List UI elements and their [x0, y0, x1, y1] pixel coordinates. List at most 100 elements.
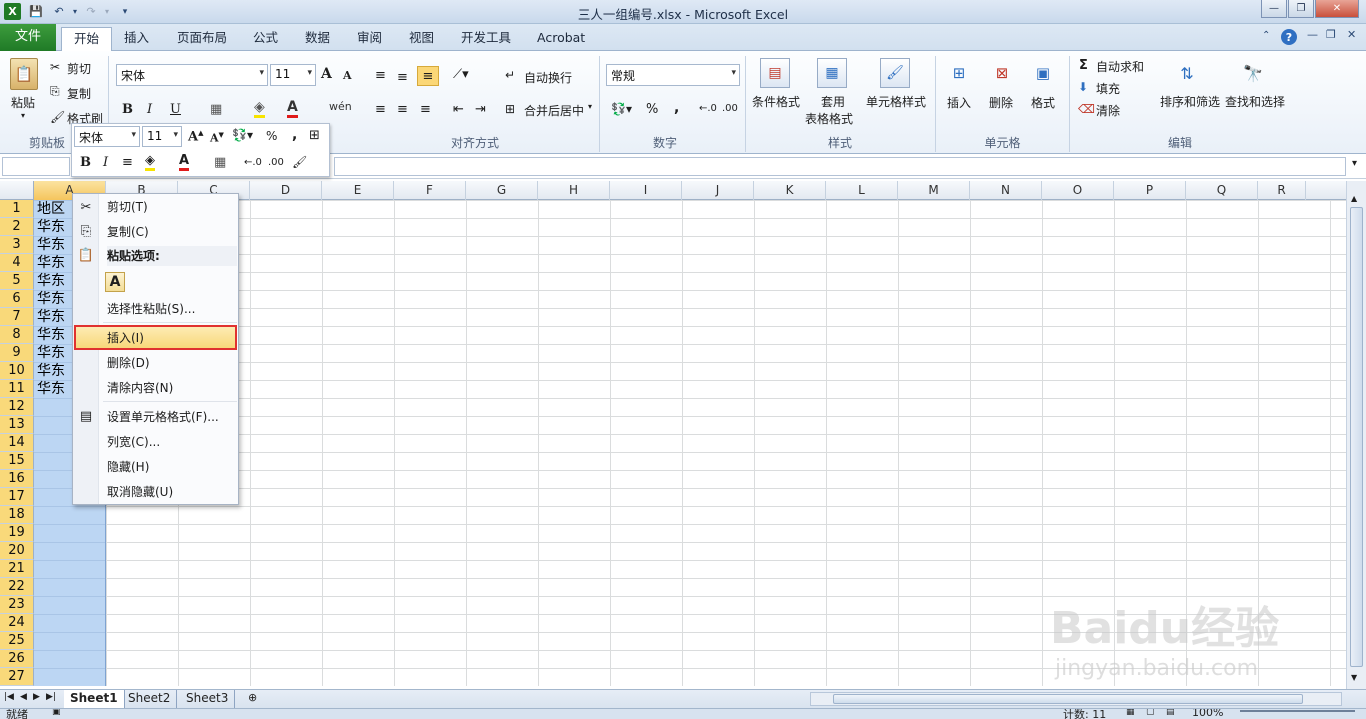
- menu-item-insert[interactable]: 插入(I): [107, 328, 144, 348]
- horizontal-scrollbar[interactable]: [810, 692, 1342, 706]
- row-header-23[interactable]: 23: [0, 596, 34, 614]
- wrap-text-button[interactable]: 自动换行: [524, 69, 572, 86]
- sheet-tab-sheet1[interactable]: Sheet1: [64, 690, 125, 708]
- merge-dropdown-icon[interactable]: ▾: [588, 102, 592, 111]
- row-header-17[interactable]: 17: [0, 488, 34, 506]
- sort-filter-button[interactable]: 排序和筛选: [1160, 93, 1220, 110]
- help-icon[interactable]: ?: [1281, 29, 1297, 45]
- mini-fill-color-icon[interactable]: ◈: [145, 153, 155, 171]
- row-header-14[interactable]: 14: [0, 434, 34, 452]
- align-bottom-icon[interactable]: ≡: [417, 66, 439, 86]
- percent-button[interactable]: %: [646, 102, 658, 117]
- row-header-12[interactable]: 12: [0, 398, 34, 416]
- collapse-ribbon-icon[interactable]: ⌃: [1262, 30, 1270, 41]
- row-header-5[interactable]: 5: [0, 272, 34, 290]
- row-header-3[interactable]: 3: [0, 236, 34, 254]
- paste-dropdown-icon[interactable]: ▾: [21, 111, 25, 120]
- format-cells-button[interactable]: 格式: [1031, 94, 1055, 111]
- tab-developer[interactable]: 开发工具: [449, 27, 523, 51]
- row-header-9[interactable]: 9: [0, 344, 34, 362]
- phonetic-icon[interactable]: wén: [329, 100, 352, 113]
- font-name-combo[interactable]: 宋体: [116, 64, 268, 86]
- column-header-p[interactable]: P: [1114, 181, 1186, 200]
- row-header-6[interactable]: 6: [0, 290, 34, 308]
- paste-icon[interactable]: 📋: [10, 58, 38, 90]
- row-header-11[interactable]: 11: [0, 380, 34, 398]
- row-header-20[interactable]: 20: [0, 542, 34, 560]
- sort-filter-icon[interactable]: ⇅: [1172, 58, 1202, 88]
- orientation-icon[interactable]: ⟋▾: [453, 67, 469, 82]
- mini-size-combo[interactable]: 11: [142, 126, 182, 147]
- insert-cells-icon[interactable]: ⊞: [944, 58, 974, 88]
- scroll-up-icon[interactable]: ▲: [1351, 194, 1357, 203]
- shrink-font-button[interactable]: A: [343, 69, 352, 82]
- column-header-n[interactable]: N: [970, 181, 1042, 200]
- normal-view-icon[interactable]: ▦: [1126, 709, 1135, 717]
- row-header-7[interactable]: 7: [0, 308, 34, 326]
- column-header-o[interactable]: O: [1042, 181, 1114, 200]
- row-header-25[interactable]: 25: [0, 632, 34, 650]
- align-middle-icon[interactable]: ≡: [397, 70, 408, 85]
- column-header-e[interactable]: E: [322, 181, 394, 200]
- fill-color-icon[interactable]: ◈: [254, 99, 265, 118]
- mini-grow-font-icon[interactable]: A▲: [188, 128, 203, 144]
- clear-icon[interactable]: ⌫: [1078, 102, 1095, 116]
- workbook-minimize-icon[interactable]: —: [1307, 28, 1318, 41]
- sheet-nav-last-icon[interactable]: ▶|: [46, 692, 56, 702]
- column-header-h[interactable]: H: [538, 181, 610, 200]
- accounting-icon[interactable]: 💱▾: [611, 102, 632, 116]
- row-header-10[interactable]: 10: [0, 362, 34, 380]
- macro-record-icon[interactable]: ▣: [52, 709, 61, 717]
- fill-button[interactable]: 填充: [1096, 80, 1120, 97]
- row-header-8[interactable]: 8: [0, 326, 34, 344]
- zoom-level[interactable]: 100%: [1192, 709, 1223, 719]
- clear-button[interactable]: 清除: [1096, 102, 1120, 119]
- tab-acrobat[interactable]: Acrobat: [525, 27, 597, 51]
- border-icon[interactable]: ▦: [210, 102, 222, 117]
- copy-icon[interactable]: ⎘: [50, 84, 60, 99]
- font-size-combo[interactable]: 11: [270, 64, 316, 86]
- column-header-m[interactable]: M: [898, 181, 970, 200]
- find-select-button[interactable]: 查找和选择: [1225, 93, 1285, 110]
- number-format-combo[interactable]: 常规: [606, 64, 740, 86]
- sheet-tab-sheet3[interactable]: Sheet3: [180, 690, 236, 708]
- mini-format-painter-icon[interactable]: 🖌: [292, 155, 307, 169]
- menu-item-column-width[interactable]: 列宽(C)...: [107, 432, 160, 452]
- mini-italic-button[interactable]: I: [103, 155, 108, 170]
- mini-shrink-font-icon[interactable]: A▼: [210, 130, 224, 145]
- decrease-decimal-icon[interactable]: .00: [722, 103, 738, 114]
- paste-values-icon[interactable]: A: [105, 272, 125, 292]
- row-header-26[interactable]: 26: [0, 650, 34, 668]
- menu-item-format-cells[interactable]: 设置单元格格式(F)...: [107, 407, 219, 427]
- menu-item-copy[interactable]: 复制(C): [107, 222, 149, 242]
- page-break-view-icon[interactable]: ▤: [1166, 709, 1175, 717]
- formula-input[interactable]: [334, 157, 1346, 176]
- scroll-down-icon[interactable]: ▼: [1351, 673, 1357, 682]
- merge-icon[interactable]: ⊞: [505, 102, 515, 116]
- wrap-text-icon[interactable]: ↵: [505, 68, 515, 82]
- menu-item-paste-special[interactable]: 选择性粘贴(S)...: [107, 299, 195, 319]
- format-as-table-button-1[interactable]: 套用: [821, 93, 845, 110]
- mini-font-color-icon[interactable]: A: [179, 153, 190, 171]
- zoom-slider[interactable]: [1240, 710, 1355, 712]
- increase-indent-icon[interactable]: ⇥: [475, 102, 486, 117]
- menu-item-hide[interactable]: 隐藏(H): [107, 457, 149, 477]
- mini-comma-button[interactable]: ,: [292, 127, 297, 143]
- fill-icon[interactable]: ⬇: [1078, 80, 1088, 94]
- close-button[interactable]: ✕: [1315, 0, 1359, 18]
- conditional-format-icon[interactable]: ▤: [760, 58, 790, 88]
- decrease-indent-icon[interactable]: ⇤: [453, 102, 464, 117]
- cell-styles-icon[interactable]: 🖌: [880, 58, 910, 88]
- workbook-restore-icon[interactable]: ❐: [1326, 28, 1336, 41]
- mini-decrease-decimal-icon[interactable]: .00: [268, 157, 284, 168]
- row-header-1[interactable]: 1: [0, 200, 34, 218]
- menu-item-unhide[interactable]: 取消隐藏(U): [107, 482, 173, 502]
- align-right-icon[interactable]: ≡: [420, 102, 431, 117]
- tab-insert[interactable]: 插入: [112, 27, 161, 51]
- maximize-button[interactable]: ❐: [1288, 0, 1314, 18]
- sheet-tab-sheet2[interactable]: Sheet2: [122, 690, 178, 708]
- row-header-19[interactable]: 19: [0, 524, 34, 542]
- delete-cells-button[interactable]: 删除: [989, 94, 1013, 111]
- autosum-icon[interactable]: Σ: [1079, 58, 1088, 73]
- mini-font-combo[interactable]: 宋体: [74, 126, 140, 147]
